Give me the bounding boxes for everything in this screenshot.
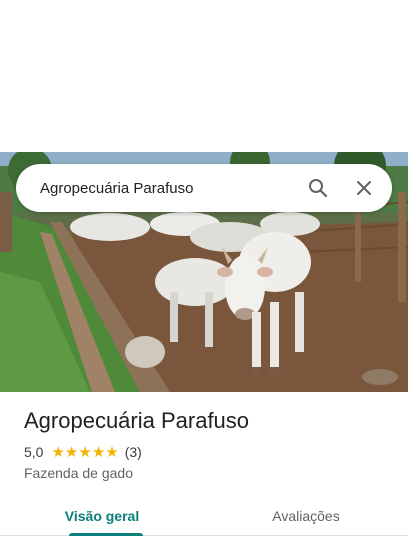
place-sheet: Agropecuária Parafuso Agropecuária Paraf… xyxy=(0,0,408,544)
search-icon[interactable] xyxy=(298,168,338,208)
star-icon: ★ xyxy=(91,443,106,461)
tab-bar: Visão geral Avaliações xyxy=(0,496,408,536)
tab-reviews[interactable]: Avaliações xyxy=(204,496,408,535)
rating-value: 5,0 xyxy=(24,444,44,460)
star-icon: ★ xyxy=(51,443,65,461)
tab-reviews-label: Avaliações xyxy=(272,507,340,524)
tab-overview-label: Visão geral xyxy=(64,507,140,524)
tab-overview[interactable]: Visão geral xyxy=(0,496,204,535)
review-count[interactable]: (3) xyxy=(125,444,142,460)
rating-stars: ★ ★ ★ ★ ★ xyxy=(51,445,118,460)
search-bar[interactable]: Agropecuária Parafuso xyxy=(16,164,392,212)
star-icon: ★ xyxy=(105,443,119,461)
star-icon: ★ xyxy=(78,443,92,461)
close-icon[interactable] xyxy=(344,168,384,208)
place-title: Agropecuária Parafuso xyxy=(24,408,250,433)
star-icon: ★ xyxy=(64,443,79,461)
place-category: Fazenda de gado xyxy=(24,465,133,481)
search-input[interactable]: Agropecuária Parafuso xyxy=(16,180,298,197)
active-tab-indicator xyxy=(69,533,143,536)
rating-row[interactable]: 5,0 ★ ★ ★ ★ ★ (3) xyxy=(24,444,142,460)
